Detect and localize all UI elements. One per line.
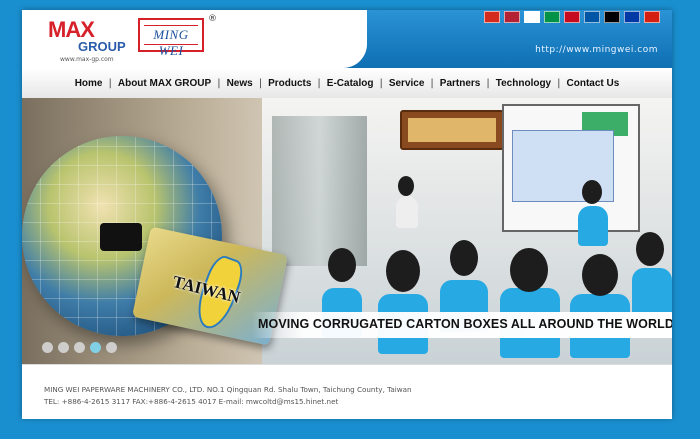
hero-slideshow: TAIWAN MOVING CORRUGATED CARTON BOXES AL… <box>22 98 672 364</box>
registered-mark: ® <box>208 14 217 24</box>
projection-screen <box>502 104 640 232</box>
contact-info: TEL: +886-4-2615 3117 FAX:+886-4-2615 40… <box>44 397 339 406</box>
afghanistan-flag-icon[interactable] <box>644 11 660 23</box>
slide-dot-1[interactable] <box>42 342 53 353</box>
language-flags <box>484 11 660 23</box>
slide-dot-5[interactable] <box>106 342 117 353</box>
company-address: MING WEI PAPERWARE MACHINERY CO., LTD. N… <box>44 385 412 394</box>
ming-wei-logo[interactable]: MING WEI <box>138 18 204 58</box>
nav-item-partners[interactable]: Partners <box>434 78 487 89</box>
ming-wei-logo-text: MING WEI <box>153 27 189 58</box>
france-flag-icon[interactable] <box>584 11 600 23</box>
nav-item-service[interactable]: Service <box>383 78 431 89</box>
max-group-url: www.max-gp.com <box>60 56 114 63</box>
presenter-head <box>398 176 414 196</box>
presenter-figure <box>578 206 608 246</box>
nav-item-home[interactable]: Home <box>69 78 109 89</box>
nav-item-about-max-group[interactable]: About MAX GROUP <box>112 78 217 89</box>
nav-item-e-catalog[interactable]: E-Catalog <box>321 78 380 89</box>
japan-flag-icon[interactable] <box>524 11 540 23</box>
germany-flag-icon[interactable] <box>604 11 620 23</box>
logo-stripe-bottom <box>144 44 198 45</box>
header: MAX GROUP www.max-gp.com MING WEI ® http… <box>22 10 672 68</box>
nav-item-products[interactable]: Products <box>262 78 317 89</box>
slide-dot-3[interactable] <box>74 342 85 353</box>
person-head <box>510 248 548 292</box>
person-head <box>582 254 618 296</box>
window-curtain <box>272 116 367 266</box>
spain-flag-icon[interactable] <box>564 11 580 23</box>
presenter-head <box>582 180 602 204</box>
nav-item-contact-us[interactable]: Contact Us <box>561 78 626 89</box>
slide-dot-2[interactable] <box>58 342 69 353</box>
person-head <box>386 250 420 292</box>
russia-flag-icon[interactable] <box>624 11 640 23</box>
hero-banner-text: MOVING CORRUGATED CARTON BOXES ALL AROUN… <box>258 317 672 331</box>
wall-plaque <box>400 110 504 150</box>
person-head <box>450 240 478 276</box>
presenter-figure <box>396 196 418 228</box>
puzzle-piece <box>100 223 142 251</box>
slide-pagination <box>42 342 117 353</box>
usa-flag-icon[interactable] <box>504 11 520 23</box>
footer: MING WEI PAPERWARE MACHINERY CO., LTD. N… <box>22 364 672 419</box>
person-head <box>328 248 356 282</box>
page-frame: MAX GROUP www.max-gp.com MING WEI ® http… <box>22 10 672 419</box>
person-head <box>636 232 664 266</box>
logo-stripe-top <box>144 25 198 26</box>
main-nav: Home | About MAX GROUP | News | Products | E-Cat… <box>22 68 672 99</box>
taiwan-flag-icon[interactable] <box>484 11 500 23</box>
slide-dot-4[interactable] <box>90 342 101 353</box>
site-url[interactable]: http://www.mingwei.com <box>535 45 658 55</box>
italy-flag-icon[interactable] <box>544 11 560 23</box>
nav-item-technology[interactable]: Technology <box>490 78 557 89</box>
nav-item-news[interactable]: News <box>221 78 259 89</box>
max-group-logo-subtext: GROUP <box>78 39 126 54</box>
